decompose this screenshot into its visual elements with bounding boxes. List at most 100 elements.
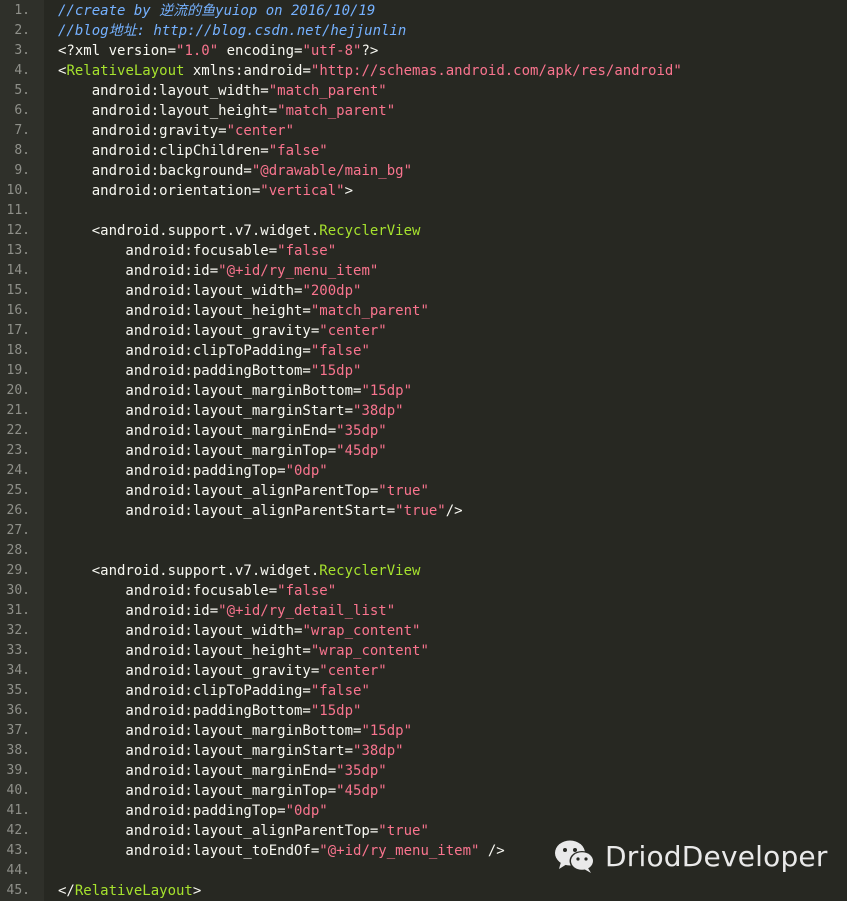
code-text: android:background="@drawable/main_bg" (58, 161, 412, 181)
code-token-str: "http://schemas.android.com/apk/res/andr… (310, 63, 682, 79)
code-token-tag: RecyclerView (319, 563, 421, 579)
code-text: android:layout_marginEnd="35dp" (58, 421, 386, 441)
code-text: android:layout_toEndOf="@+id/ry_menu_ite… (58, 841, 505, 861)
code-token-plain: /> (479, 843, 505, 859)
code-line: 17. android:layout_gravity="center" (0, 321, 847, 341)
line-number: 16. (6, 303, 30, 318)
code-token-plain: </ (58, 883, 75, 899)
code-token-plain: android:layout_alignParentStart= (58, 503, 396, 519)
code-token-plain: <android.support.v7.widget. (58, 223, 320, 239)
code-token-str: "@drawable/main_bg" (251, 163, 413, 179)
code-text: //create by 逆流的鱼yuiop on 2016/10/19 (58, 1, 375, 21)
code-text: android:clipToPadding="false" (58, 341, 370, 361)
line-number: 28. (6, 543, 30, 558)
code-token-str: "1.0" (176, 43, 219, 59)
code-token-str: "true" (378, 483, 429, 499)
line-number: 38. (6, 743, 30, 758)
code-token-plain: android:paddingTop= (58, 463, 286, 479)
code-text: android:layout_gravity="center" (58, 661, 386, 681)
line-number: 19. (6, 363, 30, 378)
code-token-plain: xmlns:android= (184, 63, 311, 79)
code-line: 36. android:paddingBottom="15dp" (0, 701, 847, 721)
code-text: android:clipChildren="false" (58, 141, 328, 161)
code-token-str: "0dp" (285, 803, 328, 819)
code-line: 5. android:layout_width="match_parent" (0, 81, 847, 101)
code-text: android:layout_marginTop="45dp" (58, 441, 386, 461)
code-token-plain: android:layout_width= (58, 623, 303, 639)
line-number: 3. (14, 43, 30, 58)
code-token-plain: android:layout_height= (58, 303, 311, 319)
code-token-plain: android:layout_toEndOf= (58, 843, 320, 859)
code-text: <android.support.v7.widget.RecyclerView (58, 561, 421, 581)
code-line: 13. android:focusable="false" (0, 241, 847, 261)
code-token-str: "wrap_content" (310, 643, 429, 659)
code-token-str: "center" (319, 323, 387, 339)
code-token-str: "45dp" (336, 783, 387, 799)
code-text: android:layout_height="match_parent" (58, 301, 429, 321)
code-line: 7. android:gravity="center" (0, 121, 847, 141)
code-line: 41. android:paddingTop="0dp" (0, 801, 847, 821)
code-token-plain: android:layout_marginTop= (58, 783, 337, 799)
code-token-plain: android:clipToPadding= (58, 343, 311, 359)
code-line: 6. android:layout_height="match_parent" (0, 101, 847, 121)
code-token-plain: android:layout_width= (58, 83, 269, 99)
code-token-str: "200dp" (302, 283, 362, 299)
code-text: android:layout_height="wrap_content" (58, 641, 429, 661)
code-line: 27. (0, 521, 847, 541)
line-number: 10. (6, 183, 30, 198)
code-text: android:focusable="false" (58, 241, 336, 261)
line-number: 15. (6, 283, 30, 298)
code-token-plain: android:orientation= (58, 183, 261, 199)
line-number: 23. (6, 443, 30, 458)
code-token-plain: android:layout_height= (58, 103, 278, 119)
line-number: 35. (6, 683, 30, 698)
code-text: android:orientation="vertical"> (58, 181, 353, 201)
line-number: 24. (6, 463, 30, 478)
code-token-str: "false" (310, 343, 370, 359)
line-number: 25. (6, 483, 30, 498)
code-token-plain: encoding= (218, 43, 303, 59)
code-line: 38. android:layout_marginStart="38dp" (0, 741, 847, 761)
code-line: 25. android:layout_alignParentTop="true" (0, 481, 847, 501)
code-editor: 1. //create by 逆流的鱼yuiop on 2016/10/19 2. /… (0, 0, 847, 901)
code-token-str: "15dp" (310, 703, 362, 719)
code-line: 15. android:layout_width="200dp" (0, 281, 847, 301)
code-line: 35. android:clipToPadding="false" (0, 681, 847, 701)
code-text: android:layout_marginEnd="35dp" (58, 761, 386, 781)
code-line: 28. (0, 541, 847, 561)
line-number: 40. (6, 783, 30, 798)
code-text: android:layout_marginBottom="15dp" (58, 721, 412, 741)
code-token-str: "true" (378, 823, 429, 839)
code-token-plain: > (344, 183, 354, 199)
code-line: 1. //create by 逆流的鱼yuiop on 2016/10/19 (0, 1, 847, 21)
code-line: 31. android:id="@+id/ry_detail_list" (0, 601, 847, 621)
code-token-plain: android:clipChildren= (58, 143, 269, 159)
code-line: 19. android:paddingBottom="15dp" (0, 361, 847, 381)
code-token-str: "vertical" (260, 183, 345, 199)
code-text: android:layout_height="match_parent" (58, 101, 395, 121)
code-token-str: "false" (277, 243, 337, 259)
code-token-plain: android:layout_marginStart= (58, 743, 354, 759)
line-number: 14. (6, 263, 30, 278)
line-number: 22. (6, 423, 30, 438)
code-token-str: "match_parent" (310, 303, 429, 319)
watermark: DriodDeveloper (553, 837, 828, 875)
code-line: 21. android:layout_marginStart="38dp" (0, 401, 847, 421)
code-token-str: "@+id/ry_menu_item" (319, 843, 480, 859)
code-token-plain: android:gravity= (58, 123, 227, 139)
code-token-plain: android:layout_gravity= (58, 323, 320, 339)
line-number: 5. (14, 83, 30, 98)
code-token-plain: android:layout_height= (58, 643, 311, 659)
code-line: 30. android:focusable="false" (0, 581, 847, 601)
code-line: 11. (0, 201, 847, 221)
code-line: 12. <android.support.v7.widget.RecyclerV… (0, 221, 847, 241)
code-token-plain: android:layout_marginBottom= (58, 383, 362, 399)
line-number: 1. (14, 3, 30, 18)
line-number: 41. (6, 803, 30, 818)
code-text: android:layout_width="200dp" (58, 281, 361, 301)
code-text: android:layout_alignParentTop="true" (58, 821, 429, 841)
line-number: 4. (14, 63, 30, 78)
code-token-plain: android:paddingBottom= (58, 703, 311, 719)
code-line: 39. android:layout_marginEnd="35dp" (0, 761, 847, 781)
code-token-str: "false" (277, 583, 337, 599)
